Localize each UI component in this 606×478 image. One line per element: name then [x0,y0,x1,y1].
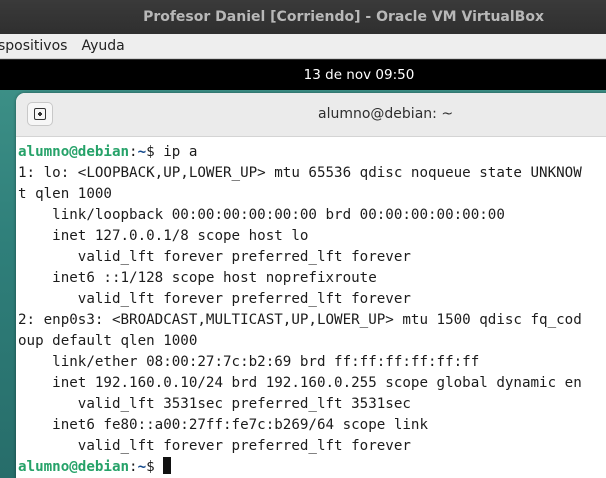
output-line: inet6 ::1/128 scope host noprefixroute [18,270,377,286]
terminal-window[interactable]: alumno@debian: ~ alumno@debian:~$ ip a 1… [16,93,606,478]
prompt-separator: : [129,459,138,475]
virtualbox-window-title: Profesor Daniel [Corriendo] - Oracle VM … [0,0,606,34]
menu-dispositivos[interactable]: spositivos [0,38,74,54]
output-line: 2: enp0s3: <BROADCAST,MULTICAST,UP,LOWER… [18,312,582,328]
menu-ayuda[interactable]: Ayuda [74,38,131,54]
output-line: valid_lft 3531sec preferred_lft 3531sec [18,396,411,412]
command-text: ip a [154,144,198,160]
prompt-symbol: $ [146,459,155,475]
new-tab-button[interactable] [27,102,53,126]
prompt-path: ~ [137,459,147,475]
terminal-title: alumno@debian: ~ [318,106,454,122]
active-prompt-line[interactable]: alumno@debian:~$ [18,457,606,478]
window-title-text: Profesor Daniel [Corriendo] - Oracle VM … [143,9,544,25]
prompt-separator: : [129,144,138,160]
output-line: 1: lo: <LOOPBACK,UP,LOWER_UP> mtu 65536 … [18,165,582,181]
output-line: valid_lft forever preferred_lft forever [18,291,411,307]
terminal-header-bar: alumno@debian: ~ [16,93,606,137]
command-line: alumno@debian:~$ ip a [18,142,606,163]
new-tab-icon [34,108,46,120]
prompt-user-host: alumno@debian [18,459,130,475]
output-line: inet 192.160.0.10/24 brd 192.160.0.255 s… [18,375,582,391]
output-line: inet6 fe80::a00:27ff:fe7c:b269/64 scope … [18,417,428,433]
output-line: valid_lft forever preferred_lft forever [18,249,411,265]
prompt-symbol: $ [146,144,155,160]
terminal-output[interactable]: alumno@debian:~$ ip a 1: lo: <LOOPBACK,U… [18,142,606,478]
output-line: inet 127.0.0.1/8 scope host lo [18,228,309,244]
output-line: t qlen 1000 [18,186,112,202]
virtualbox-menu-bar: spositivos Ayuda [0,34,606,59]
clock[interactable]: 13 de nov 09:50 [304,67,415,83]
gnome-top-bar: 13 de nov 09:50 [0,60,606,90]
text-cursor [163,457,172,474]
output-line: oup default qlen 1000 [18,333,198,349]
output-line: valid_lft forever preferred_lft forever [18,438,411,454]
prompt-path: ~ [137,144,147,160]
prompt-user-host: alumno@debian [18,144,130,160]
output-line: link/loopback 00:00:00:00:00:00 brd 00:0… [18,207,505,223]
output-line: link/ether 08:00:27:7c:b2:69 brd ff:ff:f… [18,354,480,370]
